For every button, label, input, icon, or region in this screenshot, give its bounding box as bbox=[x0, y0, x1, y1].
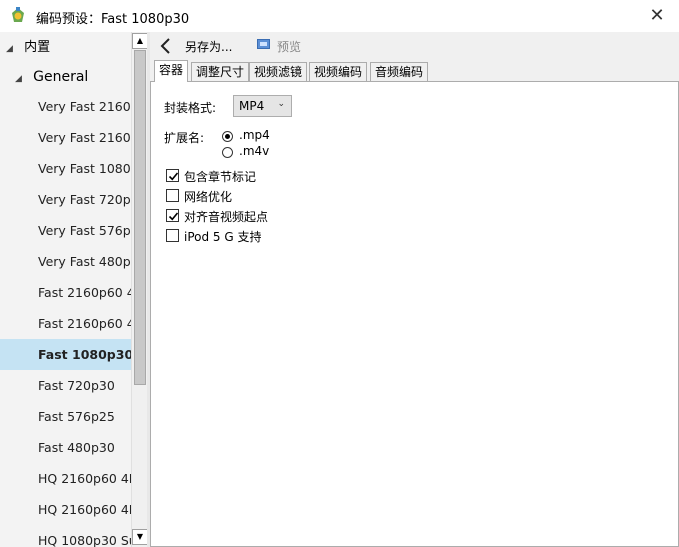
tab-dimensions[interactable]: 调整尺寸 bbox=[191, 62, 250, 81]
preset-list-item-label: Fast 576p25 bbox=[38, 409, 115, 424]
tree-node-label: General bbox=[33, 69, 89, 85]
preset-list-item-label: Fast 2160p60 4 bbox=[38, 316, 131, 331]
title-bar: 编码预设：Fast 1080p30 ✕ bbox=[0, 0, 679, 32]
preset-list-item-label: Very Fast 576p bbox=[38, 223, 131, 238]
close-icon: ✕ bbox=[649, 5, 665, 26]
preset-list-item-label: HQ 2160p60 4K bbox=[38, 502, 131, 517]
tab-audio-encoding[interactable]: 音频编码 bbox=[370, 62, 429, 81]
preset-list-item-label: Very Fast 720p bbox=[38, 192, 131, 207]
radio-m4v[interactable] bbox=[222, 147, 233, 158]
radio-mp4[interactable] bbox=[222, 131, 233, 142]
preset-list-item[interactable]: Fast 1080p30 bbox=[0, 339, 131, 370]
window-title: 编码预设：Fast 1080p30 bbox=[36, 12, 190, 27]
preset-list-item[interactable]: Very Fast 2160p bbox=[0, 91, 131, 122]
preset-list-item-label: Very Fast 2160p bbox=[38, 130, 131, 145]
preset-list-item[interactable]: Fast 2160p60 4 bbox=[0, 308, 131, 339]
preset-list-item[interactable]: Very Fast 576p bbox=[0, 215, 131, 246]
preset-list-item[interactable]: Very Fast 2160p bbox=[0, 122, 131, 153]
preset-list-item-label: Fast 720p30 bbox=[38, 378, 115, 393]
preset-list-item-label: Fast 480p30 bbox=[38, 440, 115, 455]
preset-list-item[interactable]: Fast 2160p60 4 bbox=[0, 277, 131, 308]
toolbar: 另存为... 预览 bbox=[150, 32, 679, 60]
preset-list-item[interactable]: Fast 576p25 bbox=[0, 401, 131, 432]
checkbox-align-av-start[interactable] bbox=[166, 209, 179, 222]
preset-list-item-label: Very Fast 1080p bbox=[38, 161, 131, 176]
tree-node-general[interactable]: ◢ General bbox=[15, 62, 88, 93]
checkmark-icon bbox=[168, 212, 179, 221]
checkbox-web-optimized[interactable] bbox=[166, 189, 179, 202]
preset-list-item-label: HQ 2160p60 4K bbox=[38, 471, 131, 486]
preset-list-item-label: Very Fast 2160p bbox=[38, 99, 131, 114]
triangle-down-icon: ▼ bbox=[136, 532, 144, 541]
checkbox-chapter-markers-label: 包含章节标记 bbox=[184, 170, 257, 184]
checkbox-web-optimized-label: 网络优化 bbox=[184, 190, 233, 204]
preview-icon bbox=[257, 39, 270, 49]
checkmark-icon bbox=[168, 172, 179, 181]
preset-list-item[interactable]: HQ 1080p30 Su bbox=[0, 525, 131, 547]
preset-list-item[interactable]: Very Fast 1080p bbox=[0, 153, 131, 184]
extension-label: 扩展名: bbox=[164, 131, 205, 145]
handbrake-app-icon bbox=[12, 7, 24, 22]
preset-list-item-label: HQ 1080p30 Su bbox=[38, 533, 131, 547]
preset-tree[interactable]: ◢ 内置 ◢ General Very Fast 2160p Very Fast … bbox=[0, 32, 131, 547]
triangle-up-icon: ▲ bbox=[136, 36, 144, 45]
format-label: 封装格式: bbox=[164, 101, 217, 115]
tab-container[interactable]: 容器 bbox=[154, 60, 189, 82]
tab-strip: 容器 调整尺寸 视频滤镜 视频编码 音频编码 bbox=[150, 60, 679, 82]
tab-video-filters[interactable]: 视频滤镜 bbox=[249, 62, 308, 81]
preset-list-item-label: Very Fast 480p bbox=[38, 254, 131, 269]
radio-mp4-label: .mp4 bbox=[239, 128, 270, 142]
save-as-button[interactable]: 另存为... bbox=[185, 38, 232, 55]
chevron-down-icon: ⌄ bbox=[277, 99, 285, 109]
radio-m4v-label: .m4v bbox=[239, 144, 270, 158]
scroll-thumb[interactable] bbox=[134, 50, 146, 385]
preset-list-item[interactable]: Fast 720p30 bbox=[0, 370, 131, 401]
preset-list-item[interactable]: HQ 2160p60 4K bbox=[0, 494, 131, 525]
preset-list-item-label: Fast 2160p60 4 bbox=[38, 285, 131, 300]
expand-arrow-icon[interactable]: ◢ bbox=[15, 64, 25, 93]
format-select[interactable]: MP4 ⌄ bbox=[233, 95, 292, 117]
close-button[interactable]: ✕ bbox=[641, 2, 673, 30]
preset-list-item[interactable]: HQ 2160p60 4K bbox=[0, 463, 131, 494]
expand-arrow-icon[interactable]: ◢ bbox=[6, 34, 16, 63]
format-select-value: MP4 bbox=[239, 99, 265, 113]
preset-list-item[interactable]: Very Fast 480p bbox=[0, 246, 131, 277]
checkbox-ipod5g[interactable] bbox=[166, 229, 179, 242]
tab-video-encoding[interactable]: 视频编码 bbox=[309, 62, 368, 81]
preset-list-item[interactable]: Very Fast 720p bbox=[0, 184, 131, 215]
preset-list-item-label: Fast 1080p30 bbox=[38, 347, 131, 362]
checkbox-chapter-markers[interactable] bbox=[166, 169, 179, 182]
scroll-up-button[interactable]: ▲ bbox=[132, 33, 148, 49]
back-arrow-icon bbox=[160, 38, 170, 54]
preview-button[interactable]: 预览 bbox=[277, 38, 301, 55]
tree-node-builtin[interactable]: ◢ 内置 bbox=[6, 32, 50, 63]
tree-node-label: 内置 bbox=[24, 40, 51, 55]
scroll-down-button[interactable]: ▼ bbox=[132, 529, 148, 545]
checkbox-ipod5g-label: iPod 5 G 支持 bbox=[184, 230, 262, 244]
checkbox-align-av-start-label: 对齐音视频起点 bbox=[184, 210, 269, 224]
preset-list-item[interactable]: Fast 480p30 bbox=[0, 432, 131, 463]
tree-scrollbar[interactable]: ▲ ▼ bbox=[131, 32, 148, 547]
back-button[interactable] bbox=[156, 34, 176, 58]
